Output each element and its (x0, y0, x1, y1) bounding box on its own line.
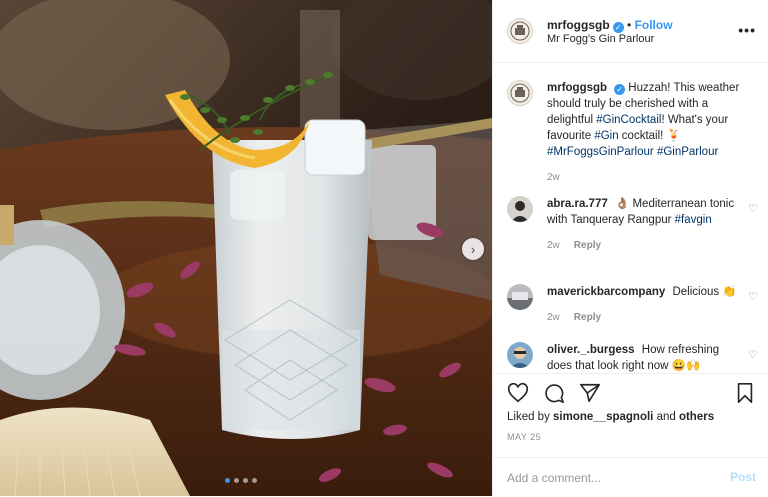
separator-dot: • (627, 18, 632, 32)
post-photo[interactable]: › (0, 0, 492, 496)
comment-icon[interactable] (543, 382, 565, 404)
like-comment-heart-icon[interactable]: ♡ (748, 292, 758, 303)
liked-by-user-link[interactable]: simone__spagnoli (553, 411, 653, 423)
hashtag-link[interactable]: #GinParlour (657, 146, 718, 158)
follow-button[interactable]: Follow (635, 18, 673, 32)
header-name-row: mrfoggsgb ✓ • Follow (547, 18, 673, 33)
carousel-dot (252, 478, 257, 483)
next-slide-button[interactable]: › (462, 238, 484, 260)
liked-by-prefix: Liked by (507, 411, 554, 423)
like-comment-heart-icon[interactable]: ♡ (748, 204, 758, 215)
like-comment-heart-icon[interactable]: ♡ (748, 350, 758, 361)
carousel-dot (225, 478, 230, 483)
comment-text: Delicious 👏 (672, 286, 737, 298)
verified-badge-icon: ✓ (612, 22, 624, 33)
username-link[interactable]: oliver._.burgess (547, 344, 635, 356)
avatar[interactable] (507, 284, 533, 310)
comment-meta: 2w Reply (547, 310, 743, 326)
caption-body: mrfoggsgb ✓ Huzzah! This weather should t… (547, 80, 743, 186)
carousel-dot (234, 478, 239, 483)
comment-meta: 2w (547, 170, 743, 186)
reply-button[interactable]: Reply (574, 312, 601, 323)
comment-body: abra.ra.777 👌🏽 Mediterranean tonic with … (547, 196, 743, 254)
caption-text: cocktail! 🍹 (618, 130, 681, 142)
liked-by-others-link[interactable]: others (679, 411, 714, 423)
carousel-dots (225, 478, 257, 483)
hashtag-link[interactable]: #GinCocktail (596, 114, 661, 126)
timestamp: 2w (547, 172, 560, 183)
hashtag-link[interactable]: #MrFoggsGinParlour (547, 146, 654, 158)
share-icon[interactable] (579, 382, 601, 404)
post-date: MAY 25 (507, 432, 542, 442)
comment-meta: 2w Reply (547, 238, 743, 254)
action-icons (507, 382, 601, 404)
post-header: mrfoggsgb ✓ • Follow Mr Fogg's Gin Parlou… (493, 0, 768, 63)
post-comment-button[interactable]: Post (730, 470, 756, 484)
comment-input[interactable] (507, 468, 697, 488)
carousel-dot (243, 478, 248, 483)
chevron-right-icon: › (470, 241, 476, 257)
bookmark-icon[interactable] (734, 382, 756, 404)
username-link[interactable]: mrfoggsgb (547, 18, 610, 32)
avatar[interactable] (507, 18, 533, 44)
timestamp: 2w (547, 312, 560, 323)
cocktail-photo (0, 0, 492, 496)
username-link[interactable]: maverickbarcompany (547, 286, 665, 298)
hashtag-link[interactable]: #favgin (675, 214, 712, 226)
verified-badge-icon: ✓ (614, 84, 626, 95)
reply-button[interactable]: Reply (574, 240, 601, 251)
comment-body: oliver._.burgess How refreshing does tha… (547, 342, 743, 373)
comment-body: maverickbarcompany Delicious 👏 2w Reply (547, 284, 743, 326)
heart-icon[interactable] (507, 382, 529, 404)
comments-list[interactable]: mrfoggsgb ✓ Huzzah! This weather should t… (493, 63, 768, 373)
avatar[interactable] (507, 80, 533, 106)
location-link[interactable]: Mr Fogg's Gin Parlour (547, 33, 654, 45)
liked-by: Liked by simone__spagnoli and others (507, 411, 714, 423)
more-options-button[interactable]: ••• (738, 22, 756, 38)
username-link[interactable]: mrfoggsgb (547, 82, 607, 94)
liked-by-and: and (653, 411, 679, 423)
post-side-panel: mrfoggsgb ✓ • Follow Mr Fogg's Gin Parlou… (492, 0, 768, 496)
add-comment-bar: Post (493, 457, 768, 497)
hashtag-link[interactable]: #Gin (594, 130, 618, 142)
post-actions: Liked by simone__spagnoli and others MAY… (493, 373, 768, 496)
avatar[interactable] (507, 342, 533, 368)
username-link[interactable]: abra.ra.777 (547, 198, 608, 210)
avatar[interactable] (507, 196, 533, 222)
timestamp: 2w (547, 240, 560, 251)
